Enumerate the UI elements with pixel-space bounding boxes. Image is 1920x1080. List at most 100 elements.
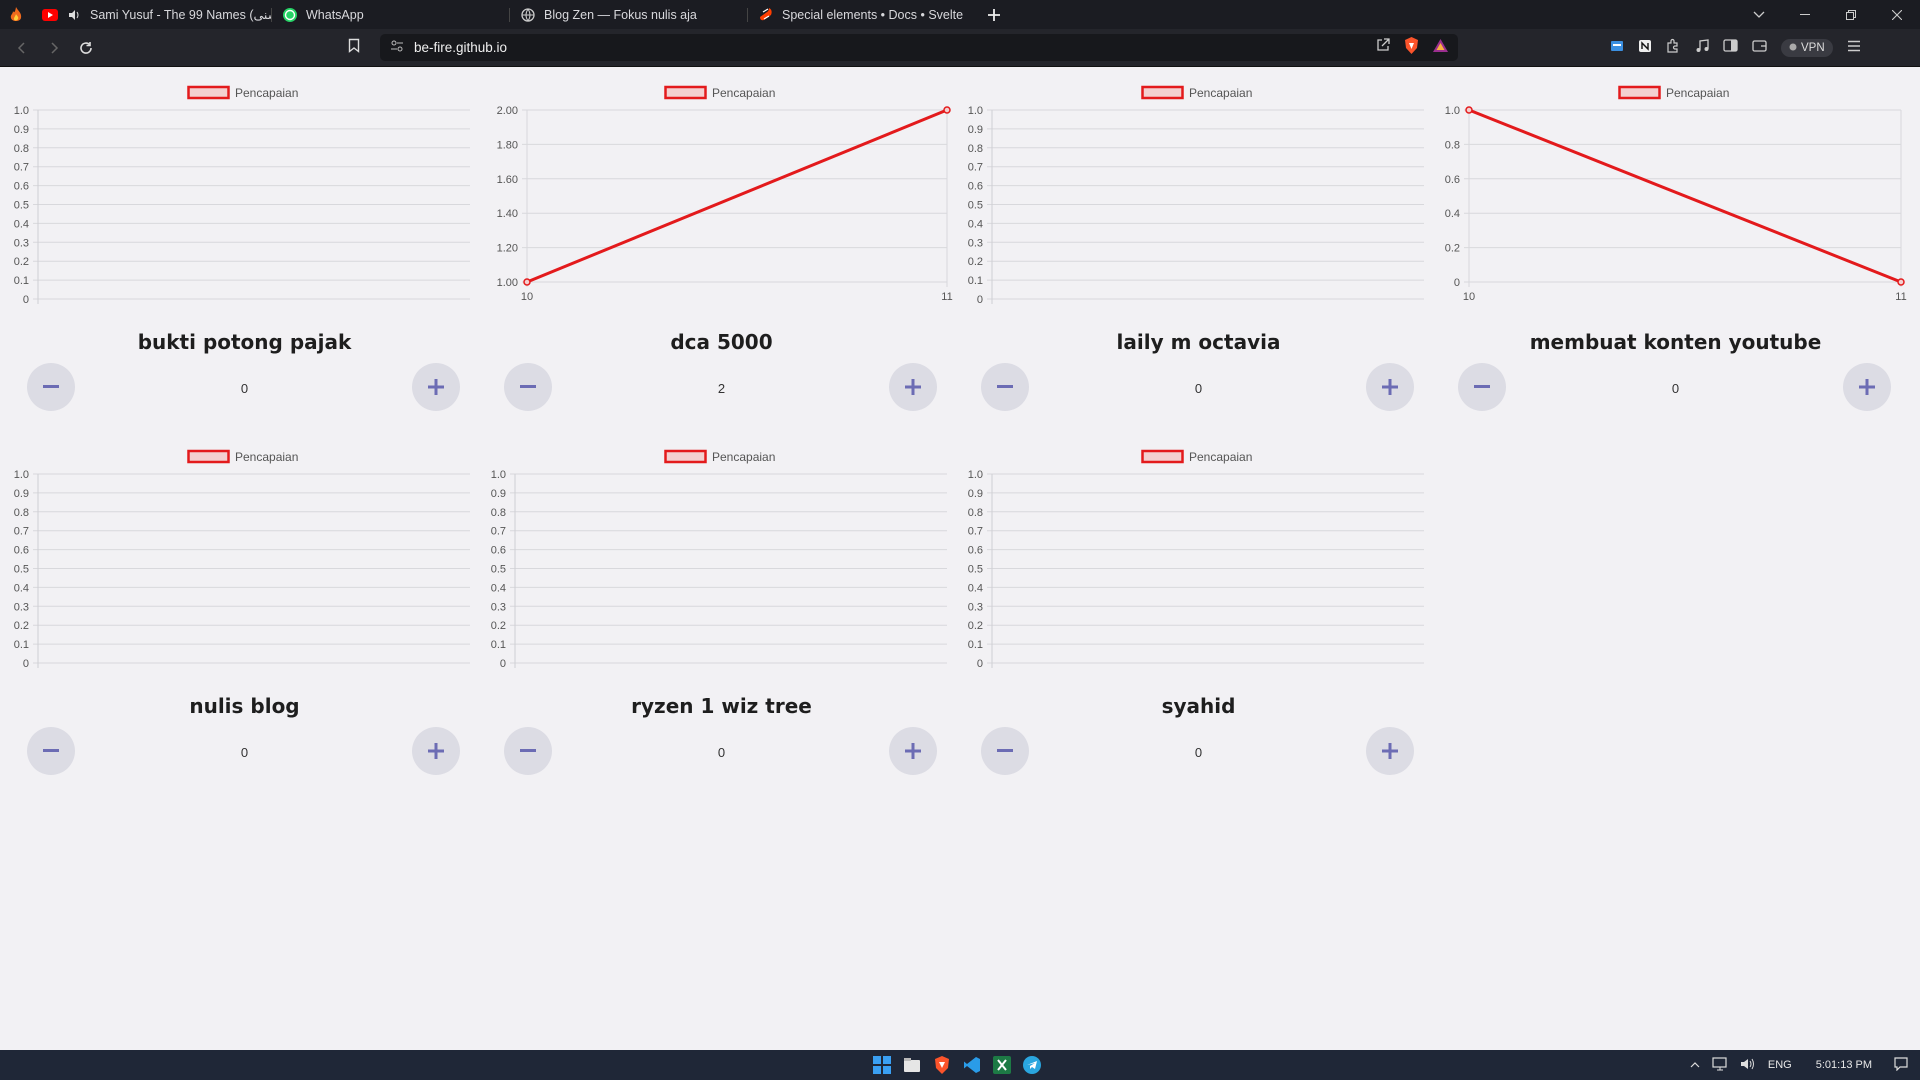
y-tick-label: 0.1 xyxy=(491,639,506,651)
plus-icon xyxy=(428,379,444,395)
excel-icon[interactable] xyxy=(992,1055,1012,1075)
y-tick-label: 2.00 xyxy=(497,105,518,117)
new-tab-button[interactable] xyxy=(978,0,1010,29)
chart-legend: Pencapaian xyxy=(1141,449,1252,464)
notifications-icon[interactable] xyxy=(1894,1056,1908,1074)
y-tick-label: 0.3 xyxy=(14,601,29,613)
legend-label: Pencapaian xyxy=(1189,450,1252,464)
tab-whatsapp[interactable]: WhatsApp xyxy=(272,0,510,29)
clock[interactable]: 5:01:13 PM xyxy=(1816,1059,1872,1071)
media-music-icon[interactable] xyxy=(1695,38,1709,58)
brave-rewards-icon[interactable] xyxy=(1433,38,1448,57)
legend-swatch xyxy=(187,449,230,464)
legend-swatch xyxy=(1141,85,1184,100)
y-tick-label: 1.0 xyxy=(14,469,29,481)
y-tick-label: 0.6 xyxy=(14,181,29,193)
y-tick-label: 0.5 xyxy=(14,200,29,212)
y-tick-label: 0.9 xyxy=(491,488,506,500)
menu-icon[interactable] xyxy=(1847,39,1861,57)
network-icon[interactable] xyxy=(1712,1056,1728,1074)
reload-button[interactable] xyxy=(72,34,100,62)
language-indicator[interactable]: ENG xyxy=(1768,1059,1792,1071)
x-tick-label: 11 xyxy=(941,291,952,303)
increment-button[interactable] xyxy=(889,363,937,411)
forward-button[interactable] xyxy=(40,34,68,62)
progress-chart: Pencapaian 0 0.1 0.2 0.3 0.4 0.5 0.6 0.7 0.8 0.9 1.… xyxy=(14,85,470,306)
y-tick-label: 0.3 xyxy=(491,601,506,613)
svelte-icon xyxy=(758,7,774,23)
increment-button[interactable] xyxy=(889,727,937,775)
globe-icon xyxy=(520,7,536,23)
plus-icon xyxy=(1382,743,1398,759)
extensions-puzzle-icon[interactable] xyxy=(1666,38,1681,58)
y-tick-label: 1.0 xyxy=(491,469,506,481)
site-settings-icon[interactable] xyxy=(390,39,404,57)
sidebar-toggle-icon[interactable] xyxy=(1723,39,1738,57)
windows-start-icon[interactable] xyxy=(872,1055,892,1075)
brave-shields-icon[interactable] xyxy=(1404,36,1419,59)
tab-youtube[interactable]: Sami Yusuf - The 99 Names (حسنى xyxy=(32,0,272,29)
goal-title: dca 5000 xyxy=(670,330,773,354)
extension-blue-icon[interactable] xyxy=(1610,39,1624,58)
extension-notion-icon[interactable] xyxy=(1638,39,1652,58)
chart-legend: Pencapaian xyxy=(1618,85,1729,100)
y-tick-label: 0.4 xyxy=(1445,208,1460,220)
y-tick-label: 0.8 xyxy=(1445,139,1460,151)
increment-button[interactable] xyxy=(1843,363,1891,411)
vscode-icon[interactable] xyxy=(962,1055,982,1075)
increment-button[interactable] xyxy=(412,363,460,411)
y-tick-label: 0.6 xyxy=(968,545,983,557)
minimize-button[interactable] xyxy=(1782,0,1828,29)
legend-label: Pencapaian xyxy=(712,86,775,100)
browser-toolbar: be-fire.github.io VPN xyxy=(0,29,1920,67)
tab-svelte[interactable]: Special elements • Docs • Svelte xyxy=(748,0,978,29)
address-bar[interactable]: be-fire.github.io xyxy=(380,34,1458,61)
tab-blog-zen[interactable]: Blog Zen — Fokus nulis aja xyxy=(510,0,748,29)
y-tick-label: 0.4 xyxy=(491,582,506,594)
restore-button[interactable] xyxy=(1828,0,1874,29)
series-line xyxy=(1468,108,1902,284)
y-tick-label: 0 xyxy=(977,294,983,306)
y-tick-label: 0.7 xyxy=(14,162,29,174)
fire-icon[interactable] xyxy=(0,0,32,29)
tray-chevron-icon[interactable] xyxy=(1690,1059,1700,1071)
chart-legend: Pencapaian xyxy=(187,85,298,100)
legend-label: Pencapaian xyxy=(235,86,298,100)
vpn-button[interactable]: VPN xyxy=(1781,39,1833,57)
bookmark-icon[interactable] xyxy=(348,38,360,58)
y-tick-label: 0.2 xyxy=(968,256,983,268)
close-button[interactable] xyxy=(1874,0,1920,29)
increment-button[interactable] xyxy=(412,727,460,775)
toolbar-extensions: VPN xyxy=(1610,34,1861,62)
volume-icon[interactable] xyxy=(1740,1057,1756,1074)
data-point xyxy=(1465,106,1473,114)
goal-card: Pencapaian 0 0.1 0.2 0.3 0.4 0.5 0.6 0.7 0.8 0.9 1.… xyxy=(477,431,954,791)
increment-button[interactable] xyxy=(1366,363,1414,411)
y-tick-label: 0.4 xyxy=(968,582,983,594)
y-tick-label: 0 xyxy=(1454,277,1460,289)
brave-browser-icon[interactable] xyxy=(932,1055,952,1075)
speaker-icon[interactable] xyxy=(66,7,82,23)
y-tick-label: 0.3 xyxy=(968,237,983,249)
plus-icon xyxy=(905,743,921,759)
increment-button[interactable] xyxy=(1366,727,1414,775)
y-tick-label: 0.5 xyxy=(14,564,29,576)
telegram-icon[interactable] xyxy=(1022,1055,1042,1075)
y-tick-label: 0.8 xyxy=(14,507,29,519)
share-icon[interactable] xyxy=(1376,38,1390,57)
goal-card: Pencapaian 0 0.1 0.2 0.3 0.4 0.5 0.6 0.7 0.8 0.9 1.… xyxy=(0,431,477,791)
y-tick-label: 0.8 xyxy=(491,507,506,519)
y-tick-label: 0.7 xyxy=(14,526,29,538)
tab-list-icon[interactable] xyxy=(1736,0,1782,29)
goal-title: membuat konten youtube xyxy=(1529,330,1822,354)
progress-chart: Pencapaian 0 0.1 0.2 0.3 0.4 0.5 0.6 0.7 0.8 0.9 1.… xyxy=(968,85,1424,306)
y-tick-label: 0.9 xyxy=(14,488,29,500)
goal-card: Pencapaian 1.00 1.20 1.40 1.60 1.80 2.00 10 11 d… xyxy=(477,67,954,427)
tab-title: Blog Zen — Fokus nulis aja xyxy=(544,7,697,22)
legend-label: Pencapaian xyxy=(1189,86,1252,100)
y-tick-label: 0.5 xyxy=(968,200,983,212)
y-tick-label: 0.2 xyxy=(491,620,506,632)
back-button[interactable] xyxy=(8,34,36,62)
file-manager-icon[interactable] xyxy=(902,1055,922,1075)
wallet-icon[interactable] xyxy=(1752,39,1767,57)
